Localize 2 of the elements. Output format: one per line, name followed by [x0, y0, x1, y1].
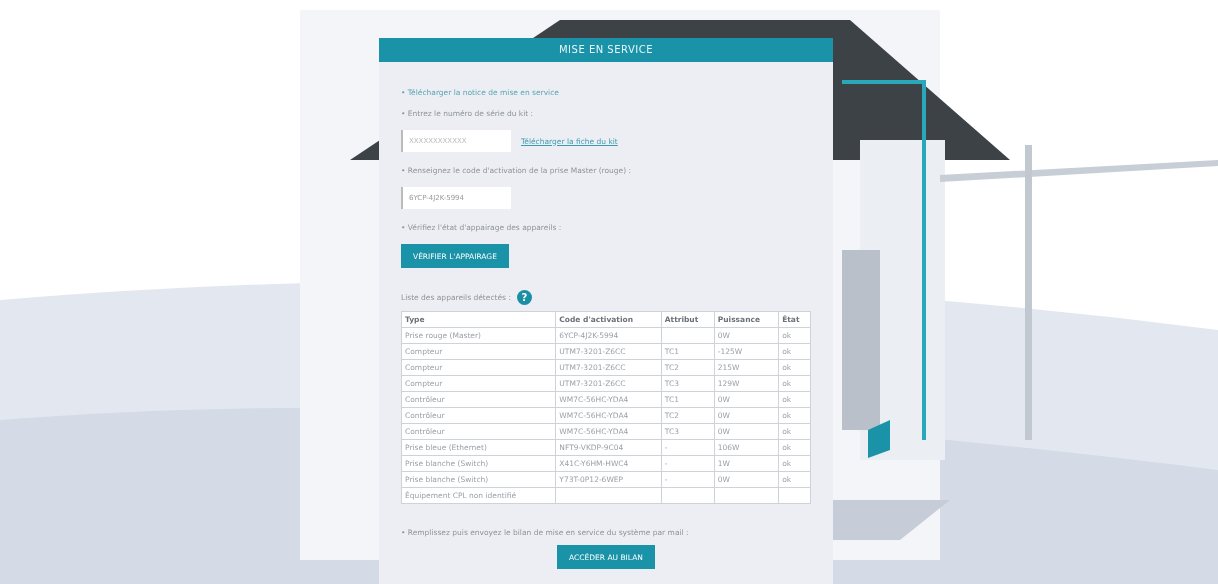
panel-title: MISE EN SERVICE [379, 38, 833, 62]
help-icon[interactable]: ? [516, 290, 532, 305]
